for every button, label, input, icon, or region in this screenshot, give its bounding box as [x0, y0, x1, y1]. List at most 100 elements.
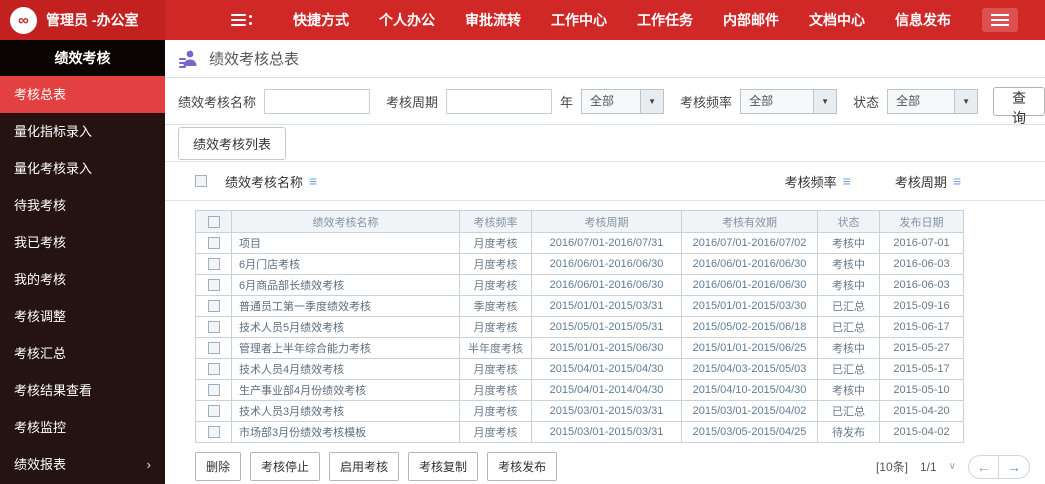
- nav-item-5[interactable]: 工作任务: [637, 10, 693, 30]
- year-select[interactable]: 全部 ▼: [581, 88, 665, 114]
- frequency-cell: 月度考核: [459, 274, 532, 296]
- valid-period-cell: 2015/03/05-2015/04/25: [681, 421, 818, 443]
- sort-lines-icon: ≡: [309, 173, 318, 189]
- status-cell: 已汇总: [817, 400, 880, 422]
- valid-period-cell: 2016/07/01-2016/07/02: [681, 232, 818, 254]
- row-checkbox[interactable]: [207, 384, 220, 397]
- status-cell: 待发布: [817, 421, 880, 443]
- column-header-1: 绩效考核名称: [231, 210, 460, 233]
- nav-item-1[interactable]: 快捷方式: [293, 10, 349, 30]
- row-checkbox[interactable]: [207, 405, 220, 418]
- row-checkbox[interactable]: [207, 279, 220, 292]
- period-cell: 2015/03/01-2015/03/31: [531, 400, 682, 422]
- delete-button[interactable]: 删除: [195, 452, 242, 481]
- row-checkbox[interactable]: [207, 363, 220, 376]
- page-count: [10条]: [875, 460, 908, 474]
- page-select-caret-icon[interactable]: ∨: [949, 461, 956, 472]
- appraisal-name-cell: 管理者上半年综合能力考核: [231, 337, 460, 359]
- sidebar-item-11[interactable]: 绩效报表 ›: [0, 446, 165, 483]
- row-checkbox[interactable]: [207, 258, 220, 271]
- column-header-4: 考核有效期: [681, 210, 818, 233]
- app-logo-icon: ∞: [10, 6, 37, 34]
- table-row: 生产事业部4月份绩效考核 月度考核 2015/04/01-2014/04/30 201…: [195, 379, 964, 401]
- sidebar-item-10[interactable]: 考核监控: [0, 409, 165, 446]
- status-cell: 考核中: [817, 379, 880, 401]
- year-suffix-label: 年: [560, 94, 574, 110]
- frequency-cell: 月度考核: [459, 253, 532, 275]
- collapse-dots: [249, 15, 252, 25]
- sort-period[interactable]: 考核周期 ≡: [895, 172, 961, 191]
- nav-item-6[interactable]: 内部邮件: [723, 10, 779, 30]
- copy-appraisal-button[interactable]: 考核复制: [408, 452, 479, 481]
- frequency-cell: 半年度考核: [459, 337, 532, 359]
- sidebar-item-2[interactable]: 量化指标录入: [0, 113, 165, 150]
- sidebar-item-8[interactable]: 考核汇总: [0, 335, 165, 372]
- table-row: 技术人员4月绩效考核 月度考核 2015/04/01-2015/04/30 2015/…: [195, 358, 964, 380]
- nav-item-8[interactable]: 信息发布: [895, 10, 951, 30]
- column-header-2: 考核频率: [459, 210, 532, 233]
- sort-frequency-label: 考核频率: [784, 174, 837, 190]
- sidebar-item-7[interactable]: 考核调整: [0, 298, 165, 335]
- nav-item-2[interactable]: 个人办公: [379, 10, 435, 30]
- table-row: 管理者上半年综合能力考核 半年度考核 2015/01/01-2015/06/30 20…: [195, 337, 964, 359]
- pagination: [10条] 1/1 ∨ ← →: [875, 454, 1030, 479]
- status-cell: 考核中: [817, 337, 880, 359]
- header-checkbox[interactable]: [207, 215, 220, 228]
- top-nav: 快捷方式 个人办公 审批流转 工作中心 工作任务 内部邮件 文档中心 信息发布: [278, 10, 966, 30]
- sidebar-item-5[interactable]: 我已考核: [0, 224, 165, 261]
- period-input[interactable]: [446, 88, 553, 114]
- column-header-6: 发布日期: [879, 210, 964, 233]
- status-select[interactable]: 全部 ▼: [887, 88, 979, 114]
- publish-date-cell: 2016-06-03: [879, 253, 964, 275]
- status-label: 状态: [853, 94, 880, 110]
- search-button[interactable]: 查询: [993, 86, 1045, 126]
- sidebar-item-9[interactable]: 考核结果查看: [0, 372, 165, 409]
- table-row: 技术人员5月绩效考核 月度考核 2015/05/01-2015/05/31 2015/…: [195, 316, 964, 338]
- row-checkbox[interactable]: [207, 300, 220, 313]
- next-page-button[interactable]: →: [999, 456, 1029, 478]
- sidebar-item-4[interactable]: 待我考核: [0, 187, 165, 224]
- status-cell: 考核中: [817, 232, 880, 254]
- period-cell: 2016/07/01-2016/07/31: [531, 232, 682, 254]
- publish-appraisal-button[interactable]: 考核发布: [487, 452, 558, 481]
- appraisal-name-label: 绩效考核名称: [178, 94, 257, 110]
- select-all-checkbox[interactable]: [195, 175, 207, 187]
- frequency-cell: 月度考核: [459, 379, 532, 401]
- nav-item-3[interactable]: 审批流转: [465, 10, 521, 30]
- status-cell: 考核中: [817, 274, 880, 296]
- stop-appraisal-button[interactable]: 考核停止: [250, 452, 321, 481]
- nav-item-7[interactable]: 文档中心: [809, 10, 865, 30]
- sort-frequency[interactable]: 考核频率 ≡: [785, 172, 851, 191]
- publish-date-cell: 2015-04-20: [879, 400, 964, 422]
- appraisal-name-input[interactable]: [264, 88, 371, 114]
- period-cell: 2015/04/01-2015/04/30: [531, 358, 682, 380]
- valid-period-cell: 2015/01/01-2015/06/25: [681, 337, 818, 359]
- tab-appraisal-list[interactable]: 绩效考核列表: [178, 126, 287, 160]
- period-cell: 2015/04/01-2014/04/30: [531, 379, 682, 401]
- row-checkbox[interactable]: [207, 342, 220, 355]
- sort-name[interactable]: 绩效考核名称 ≡: [195, 172, 317, 191]
- appraisal-name-cell: 6月门店考核: [231, 253, 460, 275]
- enable-appraisal-button[interactable]: 启用考核: [329, 452, 400, 481]
- column-header-5: 状态: [817, 210, 880, 233]
- page-title-bar: 绩效考核总表: [165, 40, 1045, 78]
- period-cell: 2016/06/01-2016/06/30: [531, 274, 682, 296]
- frequency-select[interactable]: 全部 ▼: [740, 88, 838, 114]
- row-checkbox[interactable]: [207, 237, 220, 250]
- sidebar-item-3[interactable]: 量化考核录入: [0, 150, 165, 187]
- sidebar-item-6[interactable]: 我的考核: [0, 261, 165, 298]
- chevron-down-icon: ▼: [813, 89, 837, 113]
- collapse-menu-icon[interactable]: [231, 14, 252, 26]
- prev-page-button[interactable]: ←: [969, 455, 999, 478]
- status-cell: 已汇总: [817, 358, 880, 380]
- frequency-cell: 月度考核: [459, 316, 532, 338]
- sidebar-item-1[interactable]: 考核总表: [0, 76, 165, 113]
- frequency-cell: 季度考核: [459, 295, 532, 317]
- hamburger-icon[interactable]: [982, 8, 1018, 32]
- nav-item-4[interactable]: 工作中心: [551, 10, 607, 30]
- chevron-down-icon: ▼: [954, 89, 978, 113]
- row-checkbox[interactable]: [207, 321, 220, 334]
- actions-row: 删除 考核停止 启用考核 考核复制 考核发布 [10条] 1/1 ∨ ← →: [195, 452, 1030, 481]
- publish-date-cell: 2015-05-10: [879, 379, 964, 401]
- row-checkbox[interactable]: [207, 426, 220, 439]
